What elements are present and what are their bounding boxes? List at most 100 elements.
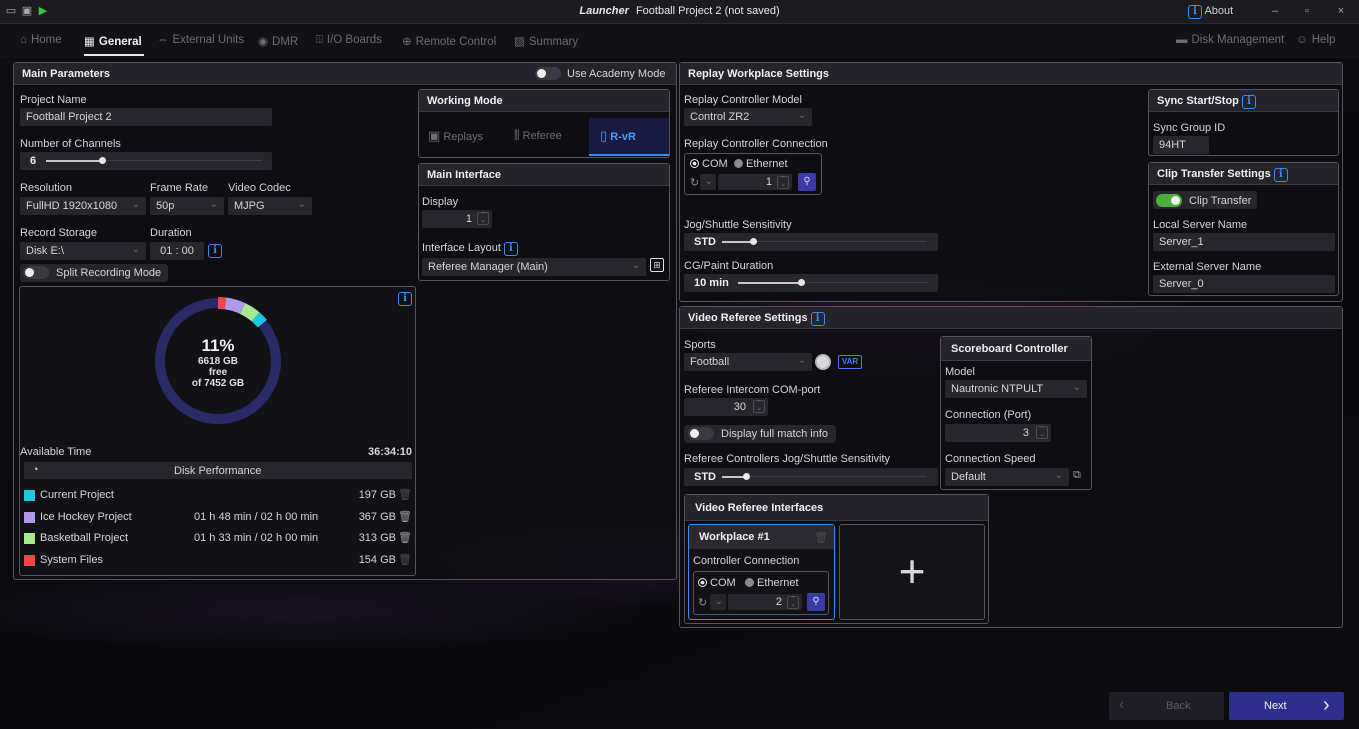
about-button[interactable]: i About — [1188, 5, 1233, 19]
resolution-select[interactable]: FullHD 1920x1080 ⌄ — [20, 197, 146, 215]
tab-home[interactable]: ⌂ Home — [20, 34, 62, 46]
local-server-input[interactable]: Server_1 — [1153, 233, 1335, 251]
tab-remote-control[interactable]: ⊕ Remote Control — [402, 34, 496, 48]
external-server-input[interactable]: Server_0 — [1153, 275, 1335, 293]
interface-layout-select[interactable]: Referee Manager (Main) ⌄ — [422, 258, 646, 276]
project-title: Football Project 2 (not saved) — [635, 5, 780, 17]
io-boards-icon: ⌹ — [316, 34, 323, 46]
tab-label: Home — [30, 34, 62, 46]
stepper-arrows-icon[interactable]: ⌃ ⌄ — [777, 176, 789, 189]
cg-duration-value: 10 min — [694, 277, 729, 289]
cg-duration-slider[interactable]: 10 min — [684, 274, 938, 292]
disk-management-button[interactable]: ▬ Disk Management — [1176, 34, 1284, 46]
tab-external-units[interactable]: ⇔ External Units — [157, 34, 244, 46]
slider-knob[interactable] — [99, 157, 106, 164]
stepper-arrows-icon[interactable]: ⌃ ⌄ — [477, 212, 489, 225]
add-workplace-button[interactable]: + — [839, 524, 985, 620]
connect-plug-icon[interactable]: ⚲ — [798, 173, 816, 191]
trash-icon[interactable]: 🗑 — [398, 531, 412, 544]
workplace-port-stepper[interactable]: 2 ⌃ ⌄ — [728, 594, 802, 610]
project-name-input[interactable]: Football Project 2 — [20, 108, 272, 126]
refresh-icon[interactable]: ↻ — [698, 596, 707, 609]
title-bar: ▭ ▣ ▶ Launcher Football Project 2 (not s… — [0, 0, 1359, 24]
replay-ethernet-radio[interactable]: Ethernet — [734, 158, 788, 170]
tab-summary[interactable]: ▨ Summary — [514, 34, 578, 48]
layout-grid-icon[interactable]: ⊞ — [650, 258, 664, 272]
video-codec-select[interactable]: MJPG ⌄ — [228, 197, 312, 215]
display-stepper[interactable]: 1 ⌃ ⌄ — [422, 210, 492, 228]
mode-referee-button[interactable]: ⫼ Referee — [514, 128, 562, 143]
sync-info-icon[interactable]: i — [1241, 95, 1256, 109]
trash-icon[interactable]: 🗑 — [398, 510, 412, 523]
minimize-icon[interactable]: – — [1268, 4, 1282, 18]
academy-mode-label: Use Academy Mode — [567, 68, 666, 80]
about-label: About — [1204, 5, 1234, 17]
cg-duration-label: CG/Paint Duration — [684, 260, 774, 272]
sports-select[interactable]: Football ⌄ — [684, 353, 812, 371]
mode-replays-button[interactable]: ▣ Replays — [428, 128, 483, 144]
replay-com-radio[interactable]: COM — [690, 158, 728, 170]
slider-knob[interactable] — [743, 473, 750, 480]
external-server-label: External Server Name — [1153, 261, 1262, 273]
duration-info-icon[interactable]: i — [208, 244, 222, 258]
com-port-select[interactable]: ⌄ — [700, 174, 716, 190]
stepper-arrows-icon[interactable]: ⌃ ⌄ — [1036, 426, 1048, 439]
scoreboard-model-select[interactable]: Nautronic NTPULT ⌄ — [945, 380, 1087, 398]
clip-info-icon[interactable]: i — [1273, 168, 1288, 182]
intercom-stepper[interactable]: 30 ⌃ ⌄ — [684, 398, 768, 416]
video-referee-header: Video Referee Settings i — [680, 307, 1342, 329]
scoreboard-port-stepper[interactable]: 3 ⌃ ⌄ — [945, 424, 1051, 442]
split-recording-toggle[interactable] — [23, 266, 49, 279]
workplace-title: Workplace #1 — [689, 525, 834, 549]
disk-info-icon[interactable]: i — [398, 292, 412, 306]
stepper-arrows-icon[interactable]: ⌃ ⌄ — [787, 596, 799, 609]
workplace-ethernet-radio[interactable]: Ethernet — [745, 577, 799, 589]
scoreboard-speed-select[interactable]: Default ⌄ — [945, 468, 1069, 486]
duration-input[interactable]: 01 : 00 — [150, 242, 204, 260]
home-icon: ⌂ — [20, 34, 27, 46]
gauge-icon: ◔ — [32, 464, 39, 476]
connect-plug-icon[interactable]: ⚲ — [807, 593, 825, 611]
replay-port-stepper[interactable]: 1 ⌃ ⌄ — [718, 174, 792, 190]
tab-general[interactable]: ▦ General — [84, 34, 142, 48]
workplace-com-radio[interactable]: COM — [698, 577, 736, 589]
ethernet-label: Ethernet — [746, 158, 788, 170]
display-label: Display — [422, 196, 459, 208]
maximize-icon[interactable]: ▫ — [1300, 4, 1314, 18]
slider-knob[interactable] — [798, 279, 805, 286]
clip-transfer-toggle[interactable] — [1156, 194, 1182, 207]
sync-group-label: Sync Group ID — [1153, 122, 1226, 134]
replay-jog-slider[interactable]: STD — [684, 233, 938, 251]
full-match-toggle[interactable] — [688, 427, 714, 440]
clip-transfer-title: Clip Transfer Settings — [1157, 168, 1271, 180]
replay-model-select[interactable]: Control ZR2 ⌄ — [684, 108, 812, 126]
copy-settings-icon[interactable]: ⧉ — [1073, 469, 1081, 482]
slider-knob[interactable] — [750, 238, 757, 245]
sync-header: Sync Start/Stop i — [1149, 90, 1338, 112]
channels-slider[interactable]: 6 — [20, 152, 272, 170]
chevron-down-icon: ⌄ — [1054, 470, 1063, 481]
external-units-icon: ⇔ — [157, 34, 169, 46]
referee-jog-slider[interactable]: STD — [684, 468, 938, 486]
help-icon: ☺ — [1296, 34, 1308, 46]
academy-mode-toggle[interactable] — [535, 67, 561, 80]
back-label: Back — [1166, 700, 1191, 712]
record-storage-select[interactable]: Disk E:\ ⌄ — [20, 242, 146, 260]
sports-value: Football — [690, 356, 730, 368]
layout-info-icon[interactable]: i — [503, 242, 518, 256]
disk-performance-bar[interactable]: ◔ Disk Performance — [24, 462, 412, 479]
frame-rate-select[interactable]: 50p ⌄ — [150, 197, 224, 215]
vr-info-icon[interactable]: i — [810, 312, 825, 326]
sync-group-input[interactable]: 94HT — [1153, 136, 1209, 154]
workplace-com-port-select[interactable]: ⌄ — [710, 594, 726, 610]
help-button[interactable]: ☺ Help — [1296, 34, 1335, 46]
refresh-icon[interactable]: ↻ — [690, 176, 699, 189]
next-button[interactable]: Next › — [1229, 692, 1344, 720]
workplace-port-value: 2 — [775, 596, 782, 608]
close-icon[interactable]: × — [1334, 4, 1348, 18]
back-button[interactable]: ‹ Back — [1109, 692, 1224, 720]
tab-label: General — [98, 36, 142, 48]
tab-dmr[interactable]: ◉ DMR — [258, 34, 298, 48]
stepper-arrows-icon[interactable]: ⌃ ⌄ — [753, 400, 765, 413]
tab-io-boards[interactable]: ⌹ I/O Boards — [316, 34, 382, 47]
